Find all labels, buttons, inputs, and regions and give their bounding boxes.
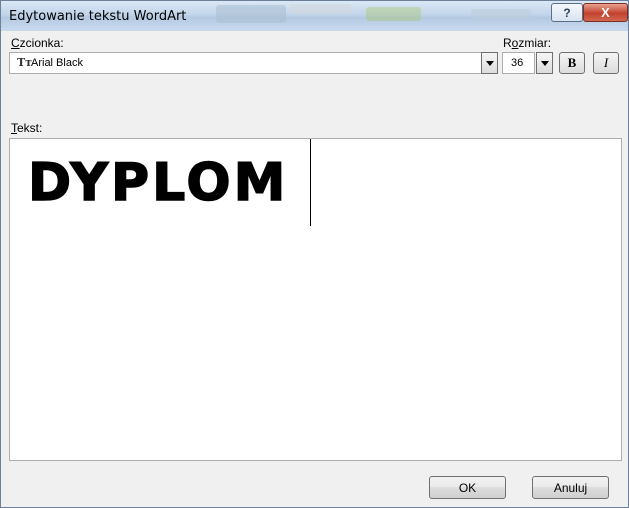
cancel-label: Anuluj [553, 480, 588, 495]
italic-icon: I [603, 55, 609, 70]
truetype-font-icon: Tт [17, 56, 33, 69]
font-label: Czcionka: [11, 36, 64, 50]
text-label: Tekst: [11, 121, 43, 135]
background-blur [216, 5, 286, 23]
title-bar[interactable]: Edytowanie tekstu WordArt ? X [1, 1, 628, 31]
size-dropdown-button[interactable] [536, 52, 553, 74]
chevron-down-icon [485, 60, 494, 66]
font-value: Arial Black [31, 57, 83, 69]
bold-button[interactable]: B [559, 52, 585, 74]
text-value: DYPLOM [27, 152, 289, 214]
ok-button[interactable]: OK [429, 476, 506, 499]
help-button[interactable]: ? [551, 3, 583, 22]
close-icon: X [601, 5, 610, 20]
background-blur [471, 9, 531, 19]
chevron-down-icon [540, 60, 549, 66]
help-icon: ? [563, 5, 571, 20]
wordart-dialog: Edytowanie tekstu WordArt ? X Czcionka: … [0, 0, 629, 508]
font-select[interactable]: Tт Arial Black [9, 52, 498, 74]
text-caret [310, 139, 311, 226]
cancel-button[interactable]: Anuluj [532, 476, 609, 499]
ok-label: OK [458, 480, 477, 495]
font-dropdown-button[interactable] [481, 52, 498, 74]
text-input[interactable]: DYPLOM [9, 138, 622, 461]
dialog-title: Edytowanie tekstu WordArt [9, 9, 187, 24]
background-blur [291, 4, 351, 14]
size-value: 36 [511, 57, 524, 69]
bold-icon: B [567, 55, 577, 70]
background-blur [366, 7, 421, 21]
size-select[interactable]: 36 [502, 52, 535, 74]
size-label: Rozmiar: [503, 36, 552, 50]
close-button[interactable]: X [583, 3, 628, 22]
italic-button[interactable]: I [593, 52, 619, 74]
